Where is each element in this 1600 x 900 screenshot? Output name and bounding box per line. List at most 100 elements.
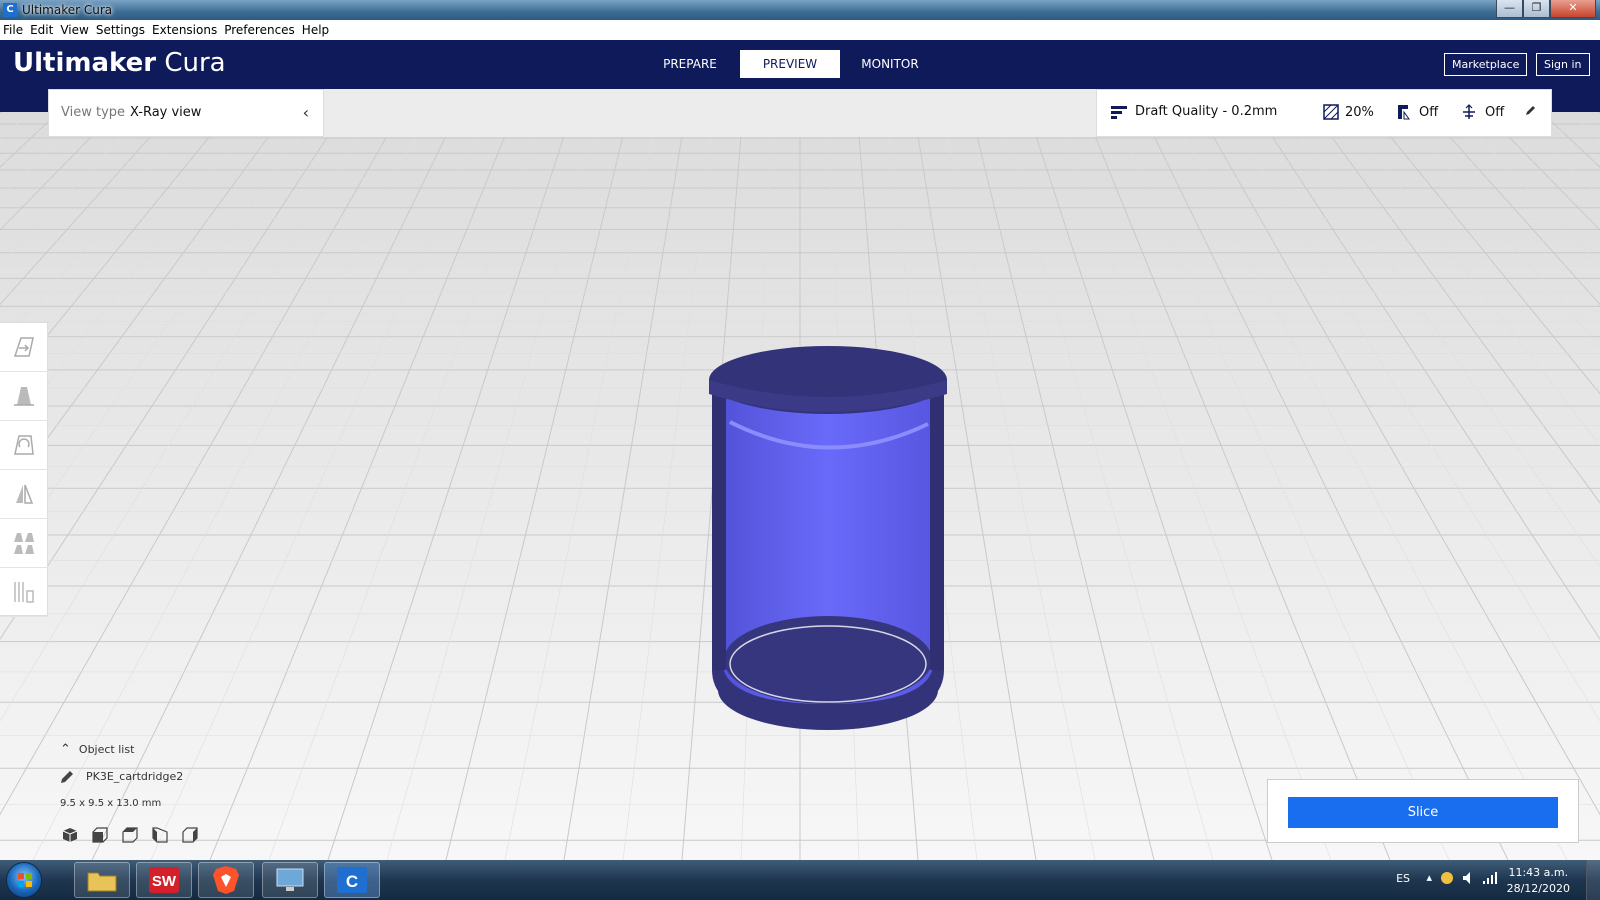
view-type-panel[interactable]: View type X-Ray view ‹ — [48, 89, 324, 137]
cube-left-icon — [152, 827, 168, 843]
window-titlebar[interactable]: C Ultimaker Cura — ❐ ✕ — [0, 0, 1600, 20]
scale-tool[interactable] — [0, 372, 48, 421]
menu-settings[interactable]: Settings — [96, 23, 145, 37]
monitor-icon — [276, 868, 304, 891]
edit-settings-button[interactable] — [1525, 104, 1537, 116]
model-cartridge — [709, 346, 947, 730]
profile-setting[interactable]: Draft Quality - 0.2mm — [1111, 104, 1277, 119]
clock[interactable]: 11:43 a.m. 28/12/2020 — [1507, 865, 1570, 897]
build-plate-scene — [0, 112, 1600, 860]
profile-icon — [1111, 105, 1127, 119]
view-type-value[interactable]: X-Ray view — [130, 105, 201, 120]
taskbar-explorer[interactable] — [74, 862, 130, 898]
sign-in-button[interactable]: Sign in — [1536, 53, 1590, 76]
tray-expand-icon[interactable]: ▴ — [1426, 871, 1432, 884]
object-name-row[interactable]: PK3E_cartdridge2 — [60, 770, 183, 784]
camera-view-buttons — [62, 826, 212, 844]
brave-icon — [213, 866, 239, 894]
rotate-tool[interactable] — [0, 421, 48, 470]
app-logo: Ultimaker Cura — [13, 48, 226, 78]
tab-prepare[interactable]: PREPARE — [640, 50, 740, 78]
view-top-button[interactable] — [122, 826, 152, 844]
3d-viewport[interactable] — [0, 112, 1600, 860]
logo-light: Cura — [164, 48, 226, 78]
signal-icon[interactable] — [1482, 871, 1498, 888]
windows-logo-icon — [18, 873, 32, 887]
close-button[interactable]: ✕ — [1550, 0, 1596, 18]
model-left-edge — [712, 380, 726, 670]
object-dimensions: 9.5 x 9.5 x 13.0 mm — [60, 798, 162, 809]
window-title: Ultimaker Cura — [22, 3, 113, 17]
marketplace-button[interactable]: Marketplace — [1444, 53, 1528, 76]
windows-taskbar: SW C ES ▴ 11:43 a.m. 28/12/2020 — [0, 860, 1600, 900]
pencil-icon — [1526, 106, 1535, 115]
support-blocker-tool[interactable] — [0, 568, 48, 617]
logo-bold: Ultimaker — [13, 48, 157, 78]
top-toolbar-spacer — [324, 89, 1096, 137]
slice-button[interactable]: Slice — [1288, 797, 1558, 828]
cura-icon: C — [337, 867, 367, 893]
menu-preferences[interactable]: Preferences — [224, 23, 295, 37]
maximize-button[interactable]: ❐ — [1523, 0, 1550, 18]
support-blocker-icon — [14, 582, 34, 603]
solidworks-icon: SW — [149, 867, 179, 893]
view-3d-button[interactable] — [62, 826, 92, 844]
taskbar-cura[interactable]: C — [324, 862, 380, 898]
object-name: PK3E_cartdridge2 — [86, 770, 184, 783]
cube-3d-icon — [62, 828, 78, 842]
infill-icon — [1323, 104, 1339, 120]
cube-top-icon — [122, 827, 138, 843]
mirror-tool[interactable] — [0, 470, 48, 519]
tab-monitor[interactable]: MONITOR — [840, 50, 940, 78]
taskbar-solidworks[interactable]: SW — [136, 862, 192, 898]
per-model-settings-icon — [14, 533, 34, 554]
view-left-button[interactable] — [152, 826, 182, 844]
folder-icon — [87, 872, 117, 892]
clock-time: 11:43 a.m. — [1508, 866, 1569, 879]
menu-extensions[interactable]: Extensions — [152, 23, 217, 37]
menu-help[interactable]: Help — [302, 23, 329, 37]
rotate-icon — [14, 435, 34, 455]
show-desktop-button[interactable] — [1586, 860, 1600, 900]
cube-right-icon — [182, 827, 198, 843]
view-front-button[interactable] — [92, 826, 122, 844]
infill-value: 20% — [1345, 104, 1374, 120]
clock-date: 28/12/2020 — [1506, 882, 1570, 895]
per-model-settings-tool[interactable] — [0, 519, 48, 568]
move-icon — [13, 337, 34, 357]
volume-icon[interactable] — [1462, 871, 1476, 888]
network-globe-icon[interactable] — [1440, 871, 1454, 888]
taskbar-control-panel[interactable] — [262, 862, 318, 898]
menu-edit[interactable]: Edit — [30, 23, 53, 37]
mirror-icon — [16, 484, 34, 504]
menu-bar: File Edit View Settings Extensions Prefe… — [0, 20, 1600, 40]
object-list-toggle[interactable]: ⌃ Object list — [60, 742, 134, 757]
move-tool[interactable] — [0, 323, 48, 372]
support-icon — [1398, 105, 1410, 120]
infill-setting[interactable]: 20% — [1323, 104, 1374, 120]
adhesion-setting[interactable]: Off — [1461, 104, 1504, 120]
start-button[interactable] — [6, 862, 42, 898]
scale-icon — [14, 387, 34, 406]
stage-tabs: PREPARE PREVIEW MONITOR — [640, 50, 940, 78]
svg-text:C: C — [346, 872, 358, 891]
adhesion-value: Off — [1485, 104, 1505, 120]
adhesion-icon — [1463, 104, 1475, 119]
cura-app-icon: C — [3, 3, 17, 17]
print-settings-panel[interactable]: Draft Quality - 0.2mm 20% Off Off — [1096, 89, 1552, 137]
chevron-up-icon: ⌃ — [60, 742, 71, 757]
minimize-button[interactable]: — — [1496, 0, 1523, 18]
chevron-left-icon[interactable]: ‹ — [303, 103, 309, 122]
profile-value: Draft Quality - 0.2mm — [1135, 104, 1278, 119]
menu-view[interactable]: View — [60, 23, 88, 37]
model-right-edge — [930, 380, 944, 670]
transform-toolbar — [0, 322, 48, 617]
support-setting[interactable]: Off — [1395, 104, 1438, 120]
tab-preview[interactable]: PREVIEW — [740, 50, 840, 78]
view-right-button[interactable] — [182, 826, 212, 844]
taskbar-brave[interactable] — [198, 862, 254, 898]
slice-panel: Slice — [1267, 779, 1579, 843]
pencil-icon — [61, 771, 73, 783]
menu-file[interactable]: File — [3, 23, 23, 37]
language-indicator[interactable]: ES — [1396, 872, 1410, 885]
